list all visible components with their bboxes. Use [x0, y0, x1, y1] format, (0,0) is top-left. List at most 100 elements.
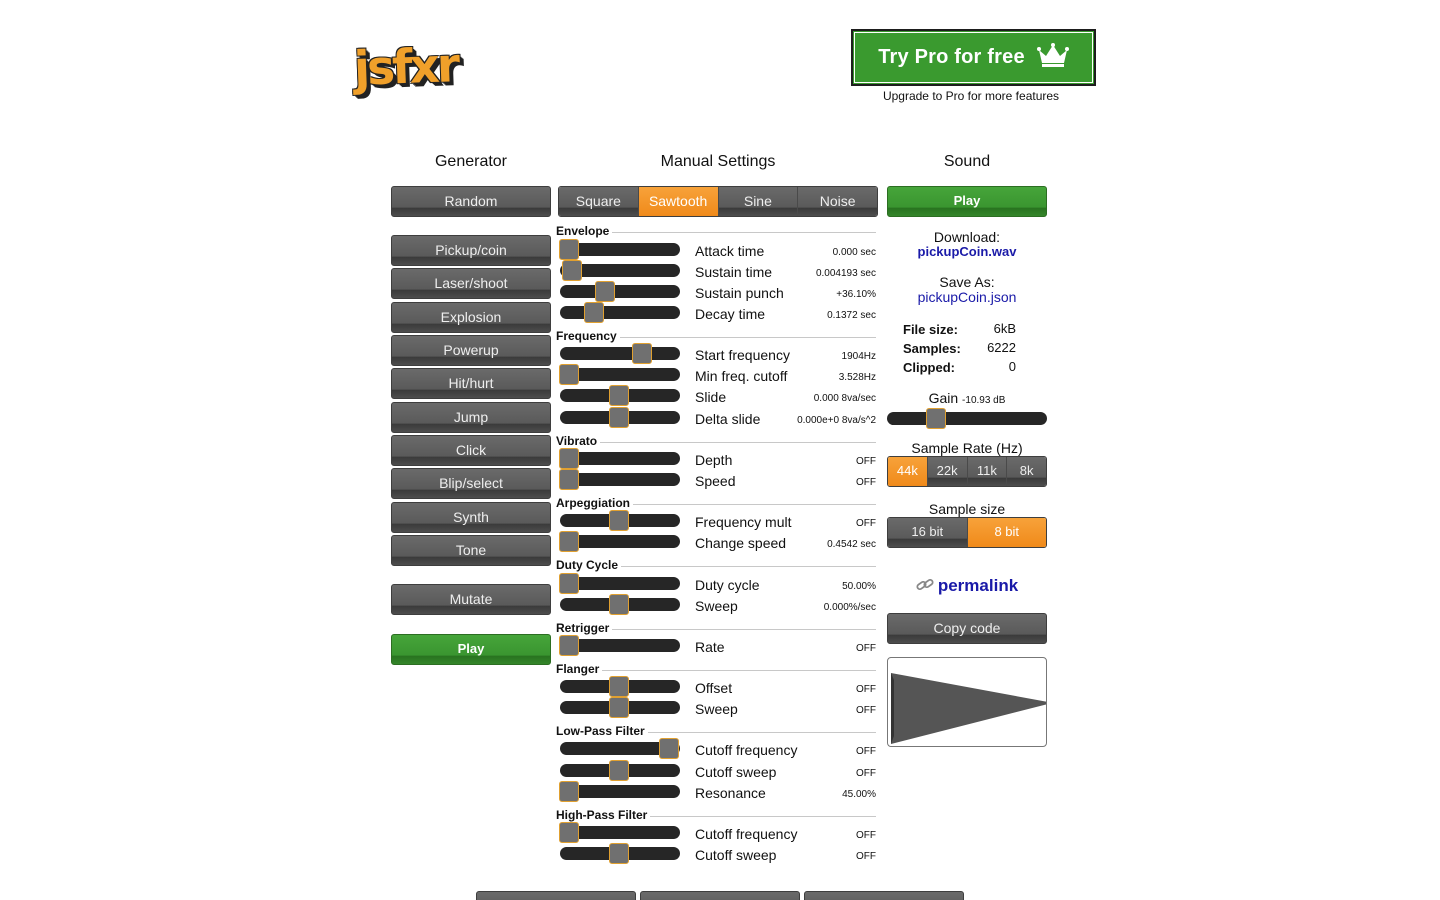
- sample-size-16-bit-option[interactable]: 16 bit: [888, 518, 968, 547]
- bottom-button-1[interactable]: [476, 891, 636, 900]
- param-slider-knob[interactable]: [559, 364, 579, 385]
- waveform-sine-option[interactable]: Sine: [718, 187, 799, 216]
- preset-explosion-button[interactable]: Explosion: [391, 302, 551, 333]
- param-value: 45.00%: [842, 789, 876, 800]
- permalink-link[interactable]: permalink: [887, 576, 1047, 598]
- param-slider[interactable]: [560, 843, 680, 864]
- crown-icon: [1036, 42, 1069, 73]
- param-slider[interactable]: [560, 407, 680, 428]
- param-slider[interactable]: [560, 385, 680, 406]
- param-slider[interactable]: [559, 469, 680, 490]
- section-title-envelope: Envelope: [556, 224, 613, 238]
- preset-click-button[interactable]: Click: [391, 435, 551, 466]
- param-slider[interactable]: [560, 738, 680, 759]
- preset-pickup-coin-button[interactable]: Pickup/coin: [391, 235, 551, 266]
- param-slider[interactable]: [559, 239, 680, 260]
- sound-heading: Sound: [943, 153, 991, 170]
- param-slider-knob[interactable]: [609, 697, 629, 718]
- param-slider-knob[interactable]: [559, 448, 579, 469]
- param-slider[interactable]: [560, 343, 680, 364]
- waveform-noise-option[interactable]: Noise: [798, 187, 877, 216]
- param-slider-knob[interactable]: [609, 843, 629, 864]
- param-value: 3.528Hz: [838, 372, 876, 383]
- download-wav-link[interactable]: pickupCoin.wav: [887, 244, 1047, 259]
- param-label: Change speed: [695, 535, 787, 551]
- mutate-button[interactable]: Mutate: [391, 584, 551, 615]
- sample-rate-22k-option[interactable]: 22k: [927, 457, 968, 486]
- try-pro-button[interactable]: Try Pro for free: [851, 29, 1096, 86]
- param-slider[interactable]: [560, 697, 680, 718]
- param-slider[interactable]: [560, 260, 680, 281]
- param-slider[interactable]: [560, 510, 680, 531]
- copy-code-button[interactable]: Copy code: [887, 613, 1047, 644]
- param-slider-knob[interactable]: [609, 676, 629, 697]
- param-slider-knob[interactable]: [559, 239, 579, 260]
- sample-rate-44k-option[interactable]: 44k: [888, 457, 928, 486]
- waveform-square-option[interactable]: Square: [559, 187, 639, 216]
- waveform-sawtooth-option[interactable]: Sawtooth: [638, 187, 719, 216]
- sample-rate-11k-option[interactable]: 11k: [967, 457, 1008, 486]
- save-json-link[interactable]: pickupCoin.json: [887, 289, 1047, 305]
- param-slider-knob[interactable]: [632, 343, 652, 364]
- param-slider-knob[interactable]: [609, 385, 629, 406]
- param-slider[interactable]: [559, 573, 680, 594]
- waveform-selector: Square Sawtooth Sine Noise: [558, 186, 878, 217]
- param-slider[interactable]: [559, 822, 680, 843]
- param-slider[interactable]: [560, 281, 680, 302]
- param-slider-knob[interactable]: [595, 281, 615, 302]
- gain-slider-knob[interactable]: [926, 408, 947, 429]
- waveform-preview: [887, 657, 1047, 747]
- param-slider-knob[interactable]: [559, 573, 579, 594]
- param-slider-knob[interactable]: [559, 822, 579, 843]
- pro-subtitle: Upgrade to Pro for more features: [882, 89, 1060, 103]
- param-slider[interactable]: [559, 364, 680, 385]
- preset-laser-shoot-button[interactable]: Laser/shoot: [391, 268, 551, 299]
- param-slider[interactable]: [559, 531, 680, 552]
- preset-tone-button[interactable]: Tone: [391, 535, 551, 566]
- random-button[interactable]: Random: [391, 186, 551, 217]
- save-as-label: Save As:: [939, 274, 995, 290]
- param-slider-knob[interactable]: [584, 302, 604, 323]
- sample-rate-8k-option[interactable]: 8k: [1007, 457, 1046, 486]
- gain-slider[interactable]: [887, 408, 1047, 429]
- param-slider[interactable]: [560, 760, 680, 781]
- preset-synth-button[interactable]: Synth: [391, 502, 551, 533]
- param-slider[interactable]: [559, 635, 680, 656]
- waveform-graph: [891, 673, 1046, 744]
- param-slider-knob[interactable]: [609, 760, 629, 781]
- param-value: OFF: [856, 768, 876, 779]
- preset-jump-button[interactable]: Jump: [391, 402, 551, 433]
- param-slider[interactable]: [560, 676, 680, 697]
- param-label: Start frequency: [695, 347, 790, 363]
- sound-play-button[interactable]: Play: [887, 186, 1047, 217]
- param-slider-knob[interactable]: [559, 635, 579, 656]
- param-slider-knob[interactable]: [559, 469, 579, 490]
- param-slider[interactable]: [560, 302, 680, 323]
- param-value: 0.000 8va/sec: [813, 393, 876, 404]
- section-title-arpeggiation: Arpeggiation: [556, 496, 633, 510]
- preset-powerup-button[interactable]: Powerup: [391, 335, 551, 366]
- generator-play-button[interactable]: Play: [391, 634, 551, 665]
- param-slider-knob[interactable]: [609, 594, 629, 615]
- param-slider-knob[interactable]: [559, 781, 579, 802]
- sample-size-8-bit-option[interactable]: 8 bit: [967, 518, 1046, 547]
- param-slider-knob[interactable]: [609, 510, 629, 531]
- bottom-button-3[interactable]: [804, 891, 964, 900]
- preset-hit-hurt-button[interactable]: Hit/hurt: [391, 368, 551, 399]
- param-slider-knob[interactable]: [659, 738, 679, 759]
- stat-filesize-label: File size:: [903, 322, 958, 337]
- param-value: OFF: [856, 830, 876, 841]
- preset-blip-select-button[interactable]: Blip/select: [391, 468, 551, 499]
- param-slider[interactable]: [559, 448, 680, 469]
- param-label: Delta slide: [695, 411, 761, 427]
- param-slider-knob[interactable]: [562, 260, 582, 281]
- param-slider-knob[interactable]: [559, 531, 579, 552]
- param-slider[interactable]: [560, 594, 680, 615]
- param-slider-knob[interactable]: [609, 407, 629, 428]
- param-label: Attack time: [695, 243, 765, 259]
- param-slider[interactable]: [559, 781, 680, 802]
- gain-heading: Gain -10.93 dB: [887, 390, 1047, 406]
- section-title-hpf: High-Pass Filter: [556, 808, 651, 822]
- bottom-button-2[interactable]: [640, 891, 800, 900]
- param-label: Sweep: [695, 598, 738, 614]
